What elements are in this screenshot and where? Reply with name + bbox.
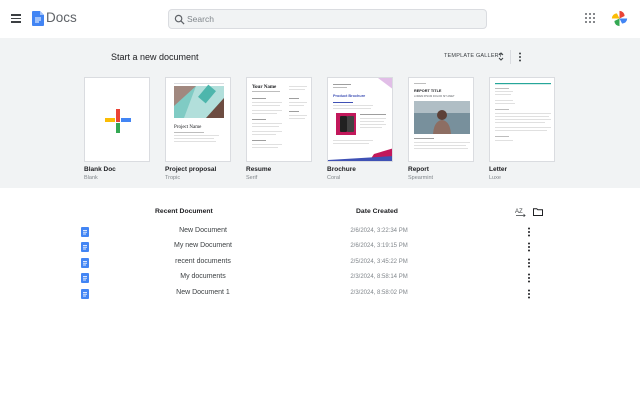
template-sub-report: Spearmint: [408, 175, 434, 181]
document-icon: [81, 273, 89, 283]
plus-icon: [105, 109, 131, 133]
more-options-icon[interactable]: [527, 273, 531, 283]
template-gallery-section: Start a new document TEMPLATE GALLERY Bl…: [0, 38, 640, 188]
divider: [510, 50, 511, 64]
document-row[interactable]: New Document 2/6/2024, 3:22:34 PM: [78, 225, 538, 239]
more-options-icon[interactable]: [527, 227, 531, 237]
template-card-letter[interactable]: [489, 77, 555, 162]
template-card-blank[interactable]: [84, 77, 150, 162]
template-label-report: Report: [408, 166, 429, 173]
project-thumb-title: Project Name: [174, 125, 202, 130]
sort-az-label: AZ: [515, 209, 523, 215]
document-date: 2/6/2024, 3:22:34 PM: [350, 228, 408, 234]
document-name[interactable]: New Document 1: [148, 289, 258, 296]
document-date: 2/3/2024, 8:58:02 PM: [350, 290, 408, 296]
brochure-thumbnail: Product Brochure: [328, 78, 392, 161]
document-date: 2/5/2024, 3:45:22 PM: [350, 259, 408, 265]
document-row[interactable]: recent documents 2/5/2024, 3:45:22 PM: [78, 256, 538, 270]
unfold-icon[interactable]: [498, 51, 504, 62]
search-icon[interactable]: [174, 14, 185, 25]
docs-logo-icon[interactable]: [32, 11, 44, 26]
template-label-resume: Resume: [246, 166, 272, 173]
template-card-report[interactable]: REPORT TITLE LOREM IPSUM DOLOR SIT AMET: [408, 77, 474, 162]
template-label-blank: Blank Doc: [84, 166, 116, 173]
more-options-icon[interactable]: [527, 242, 531, 252]
template-sub-project-proposal: Tropic: [165, 175, 181, 181]
top-bar: Docs: [0, 0, 640, 38]
template-label-project-proposal: Project proposal: [165, 166, 217, 173]
document-icon: [81, 227, 89, 237]
document-date: 2/3/2024, 8:58:14 PM: [350, 274, 408, 280]
template-sub-letter: Luxe: [489, 175, 501, 181]
date-created-header[interactable]: Date Created: [356, 208, 398, 215]
report-thumb-sub: LOREM IPSUM DOLOR SIT AMET: [414, 94, 455, 98]
document-name[interactable]: My documents: [148, 273, 258, 280]
gallery-title: Start a new document: [111, 52, 199, 62]
more-options-icon[interactable]: [527, 258, 531, 268]
document-date: 2/6/2024, 3:19:15 PM: [350, 243, 408, 249]
template-sub-brochure: Coral: [327, 175, 341, 181]
more-options-icon[interactable]: [527, 289, 531, 299]
sort-az-icon[interactable]: AZ: [515, 207, 526, 217]
resume-thumb-name: Your Name: [252, 85, 277, 90]
account-avatar[interactable]: [611, 10, 628, 27]
search-input[interactable]: [187, 11, 477, 27]
app-name[interactable]: Docs: [46, 10, 77, 25]
project-thumbnail: Project Name: [174, 83, 224, 142]
more-options-icon[interactable]: [518, 52, 522, 62]
document-icon: [81, 289, 89, 299]
report-thumb-title: REPORT TITLE: [414, 89, 442, 93]
document-name[interactable]: My new Document: [148, 242, 258, 249]
google-apps-icon[interactable]: [585, 13, 595, 23]
document-icon: [81, 242, 89, 252]
letter-thumbnail: [495, 83, 551, 141]
template-card-resume[interactable]: Your Name: [246, 77, 312, 162]
report-thumbnail: REPORT TITLE LOREM IPSUM DOLOR SIT AMET: [414, 83, 470, 149]
template-sub-blank: Blank: [84, 175, 98, 181]
document-row[interactable]: My documents 2/3/2024, 8:58:14 PM: [78, 271, 538, 285]
search-bar[interactable]: [168, 9, 487, 29]
document-name[interactable]: recent documents: [148, 258, 258, 265]
document-name[interactable]: New Document: [148, 227, 258, 234]
resume-thumbnail: Your Name: [252, 85, 307, 148]
template-label-brochure: Brochure: [327, 166, 356, 173]
template-gallery-button[interactable]: TEMPLATE GALLERY: [444, 53, 503, 59]
main-menu-icon[interactable]: [11, 14, 21, 23]
brochure-thumb-title: Product Brochure: [333, 94, 365, 98]
document-row[interactable]: New Document 1 2/3/2024, 8:58:02 PM: [78, 287, 538, 301]
document-icon: [81, 258, 89, 268]
template-sub-resume: Serif: [246, 175, 258, 181]
template-card-brochure[interactable]: Product Brochure: [327, 77, 393, 162]
template-label-letter: Letter: [489, 166, 508, 173]
recent-document-header[interactable]: Recent Document: [155, 208, 213, 215]
folder-icon[interactable]: [533, 208, 543, 216]
document-row[interactable]: My new Document 2/6/2024, 3:19:15 PM: [78, 240, 538, 254]
template-card-project-proposal[interactable]: Project Name: [165, 77, 231, 162]
